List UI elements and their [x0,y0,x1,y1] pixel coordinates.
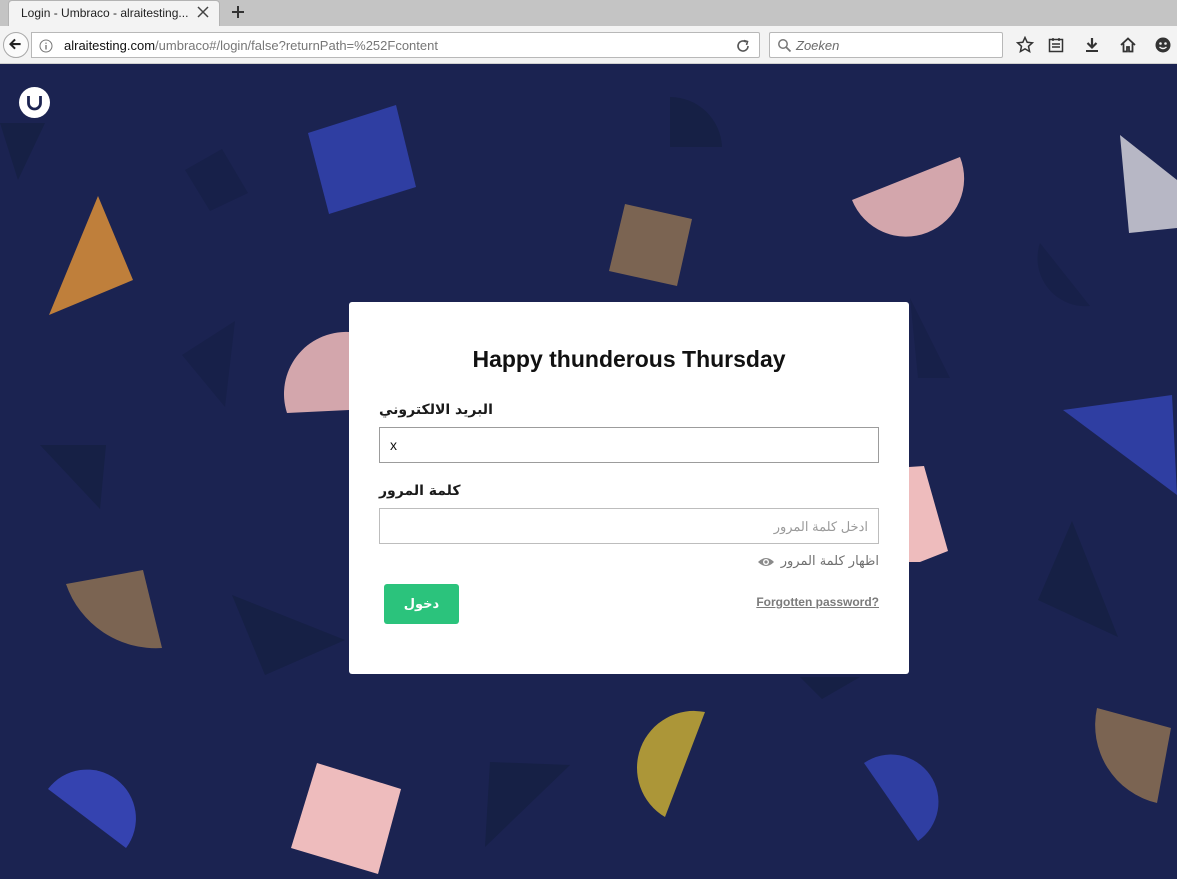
info-icon[interactable] [39,39,53,53]
url-host: alraitesting.com [64,38,156,53]
bg-shape [609,204,692,286]
bg-shape [485,762,570,847]
bg-shape [852,157,965,237]
forgot-password-link[interactable]: Forgotten password? [756,595,879,609]
greeting-heading: Happy thunderous Thursday [472,346,786,372]
new-tab-icon[interactable] [229,3,247,21]
bg-shape [1063,395,1177,495]
bg-shape [909,466,948,562]
login-button[interactable]: دخول [384,584,459,624]
email-label: البريد الالكتروني [379,402,493,418]
bg-shape [670,96,722,147]
bg-shape [1095,708,1171,803]
bg-shape [1037,243,1090,307]
url-text: alraitesting.com/umbraco#/login/false?re… [64,38,438,53]
bg-shape [1120,135,1177,233]
search-icon [778,39,792,53]
reload-icon[interactable] [735,38,751,54]
tab-title: Login - Umbraco - alraitesting... [21,6,189,20]
bg-shape [185,149,248,211]
bg-shape [800,677,860,699]
bg-shape [182,321,235,407]
password-label: كلمة المرور [379,483,461,499]
close-tab-icon[interactable] [195,4,211,20]
download-icon[interactable] [1083,36,1101,54]
bg-shape [636,710,705,817]
bg-shape [49,196,133,315]
show-password-label: اظهار كلمة المرور [780,554,879,569]
browser-tab-strip: Login - Umbraco - alraitesting... [0,0,1177,26]
bg-shape [1038,521,1118,637]
url-path: /umbraco#/login/false?returnPath=%252Fco… [155,38,438,53]
bg-shape [48,769,136,848]
bg-shape [0,123,45,180]
reading-list-icon[interactable] [1047,36,1065,54]
password-field[interactable] [379,508,879,544]
search-bar[interactable]: Zoeken [769,32,1003,58]
back-button[interactable] [3,32,29,58]
bookmark-star-icon[interactable] [1016,36,1034,54]
bg-shape [910,298,950,378]
account-icon[interactable] [1154,36,1172,54]
eye-icon [757,557,774,566]
bg-shape [66,570,162,649]
umbraco-logo[interactable] [19,87,50,118]
show-password-toggle[interactable]: اظهار كلمة المرور [757,554,879,569]
browser-toolbar: alraitesting.com/umbraco#/login/false?re… [0,26,1177,64]
bg-shape [308,105,416,214]
bg-shape [40,445,106,509]
bg-shape [864,754,939,841]
back-arrow-icon [9,38,21,50]
email-field[interactable] [379,427,879,463]
login-page: Happy thunderous Thursday البريد الالكتر… [0,65,1177,879]
login-card: Happy thunderous Thursday البريد الالكتر… [349,302,909,674]
browser-tab[interactable]: Login - Umbraco - alraitesting... [8,0,220,26]
home-icon[interactable] [1119,36,1137,54]
bg-shape [232,595,345,675]
address-bar[interactable]: alraitesting.com/umbraco#/login/false?re… [31,32,760,58]
search-placeholder: Zoeken [796,38,840,53]
bg-shape [291,763,401,874]
bg-shape [283,331,349,413]
